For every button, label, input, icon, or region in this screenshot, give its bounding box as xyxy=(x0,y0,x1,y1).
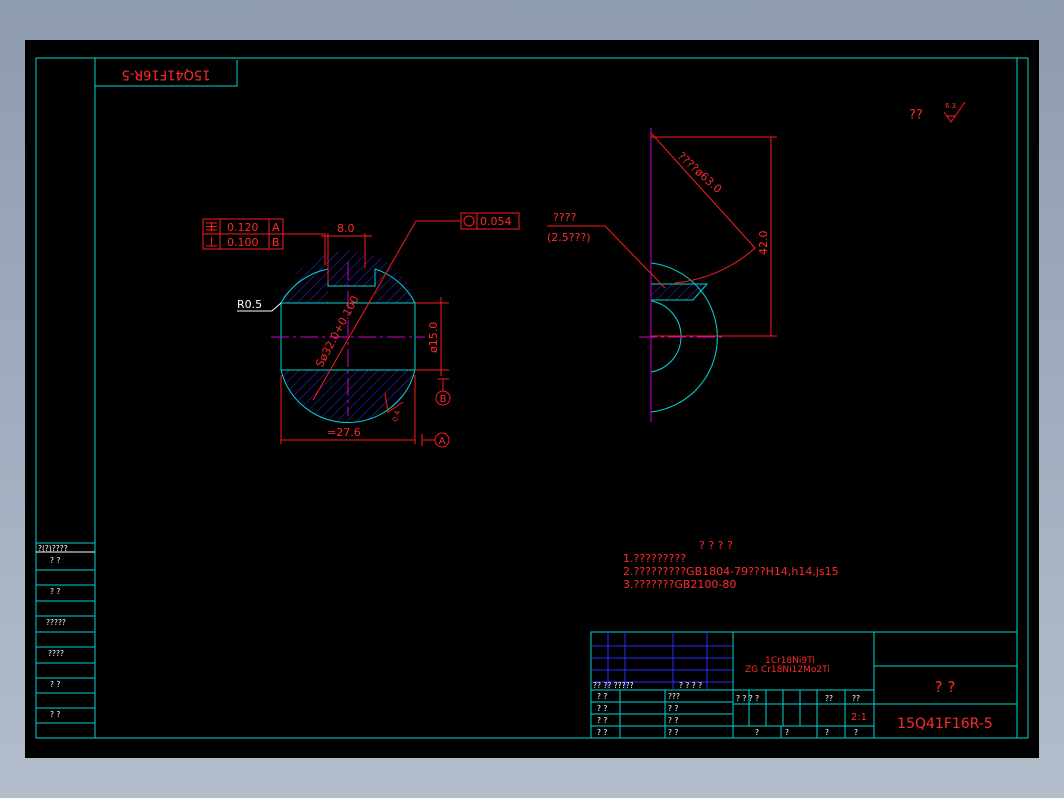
circularity-tol: 0.054 xyxy=(480,215,512,228)
notes-title: ? ? ? ? xyxy=(699,539,733,552)
part-name: ? ? xyxy=(935,678,956,696)
section-note: (2.5???) xyxy=(547,231,591,244)
tb-mid-header: ? ? ? ? xyxy=(736,694,759,703)
tb-cell: ? ? xyxy=(668,728,678,737)
gdt-tol-1: 0.120 xyxy=(227,221,259,234)
left-strip-head: ?(?)???? xyxy=(38,544,68,553)
scale-value: 2:1 xyxy=(851,712,867,723)
left-strip-cell: ???? xyxy=(48,649,64,658)
stamp-text: 15Q41F16R-5 xyxy=(122,67,211,82)
fillet-label: R0.5 xyxy=(237,298,262,311)
drawing-sheet: 15Q41F16R-5 ?(?)???? ? ? ? ? ????? ???? … xyxy=(35,57,1029,739)
local-roughness-value: 0.4 xyxy=(391,409,402,422)
material-alt: ZG Cr18Ni12Mo2Ti xyxy=(745,665,830,675)
flat-dia-label: ø15.0 xyxy=(427,322,440,353)
note-line-1: 1.????????? xyxy=(623,552,686,565)
datum-a-label: A xyxy=(439,436,446,447)
gdt-ref-1: A xyxy=(272,221,280,234)
general-roughness-symbol: ?? 6.3 xyxy=(909,101,966,123)
left-strip-table: ?(?)???? ? ? ? ? ????? ???? ? ? ? ? xyxy=(36,542,95,724)
left-strip-cell: ? ? xyxy=(50,587,60,596)
tb-cell: ? ? xyxy=(668,704,678,713)
roughness-prefix: ?? xyxy=(909,108,923,123)
side-view: ????ø63.0 42.0 ???? (2.5???) xyxy=(547,128,777,422)
tb-cell: ? ? xyxy=(597,704,607,713)
front-view xyxy=(271,250,425,423)
tb-bottom-cell: ? xyxy=(785,728,789,737)
tb-header-left: ?? ?? ????? xyxy=(593,681,634,690)
roughness-value: 6.3 xyxy=(945,102,956,110)
tb-cell: ? ? xyxy=(668,716,678,725)
inner-border xyxy=(94,57,1018,739)
gdt-frame-left: 0.120 A 0.100 B xyxy=(202,218,326,265)
title-block: 1Cr18Ni9Ti ZG Cr18Ni12Mo2Ti ? ? 15Q41F16… xyxy=(590,631,1018,739)
tb-bottom-cell: ? xyxy=(854,728,858,737)
tb-mid-cell: ?? xyxy=(825,694,833,703)
datum-b-label: B xyxy=(440,394,447,405)
left-strip-cell: ? ? xyxy=(50,556,60,565)
left-strip-cell: ? ? xyxy=(50,710,60,719)
tb-mid-cell: ?? xyxy=(852,694,860,703)
side-hatch xyxy=(650,283,709,301)
width-label: =27.6 xyxy=(327,426,361,439)
note-line-3: 3.???????GB2100-80 xyxy=(623,578,736,591)
flat-dia-dimension: ø15.0 B xyxy=(415,297,451,406)
left-strip-cell: ? ? xyxy=(50,680,60,689)
part-number-stamp: 15Q41F16R-5 xyxy=(95,60,238,87)
tb-cell: ??? xyxy=(668,692,680,701)
hole-label: ????ø63.0 xyxy=(675,150,724,196)
outer-border xyxy=(35,57,1029,739)
tb-bottom-cell: ? xyxy=(825,728,829,737)
tb-bottom-cell: ? xyxy=(755,728,759,737)
note-line-2: 2.?????????GB1804-79???H14,h14,js15 xyxy=(623,565,839,578)
technical-notes: ? ? ? ? 1.????????? 2.?????????GB1804-79… xyxy=(623,539,839,591)
cad-viewport[interactable]: 15Q41F16R-5 ?(?)???? ? ? ? ? ????? ???? … xyxy=(25,40,1039,758)
tb-header-right: ? ? ? ? xyxy=(679,681,702,690)
fillet-leader: R0.5 xyxy=(237,298,282,312)
section-label: ???? xyxy=(553,211,577,224)
drawing-number: 15Q41F16R-5 xyxy=(897,716,993,732)
height-label: 42.0 xyxy=(757,231,770,256)
tb-cell: ? ? xyxy=(597,716,607,725)
gdt-ref-2: B xyxy=(272,236,280,249)
tb-cell: ? ? xyxy=(597,728,607,737)
gdt-tol-2: 0.100 xyxy=(227,236,259,249)
tb-cell: ? ? xyxy=(597,692,607,701)
slot-width-label: 8.0 xyxy=(337,222,355,235)
left-strip-cell: ????? xyxy=(46,618,66,627)
